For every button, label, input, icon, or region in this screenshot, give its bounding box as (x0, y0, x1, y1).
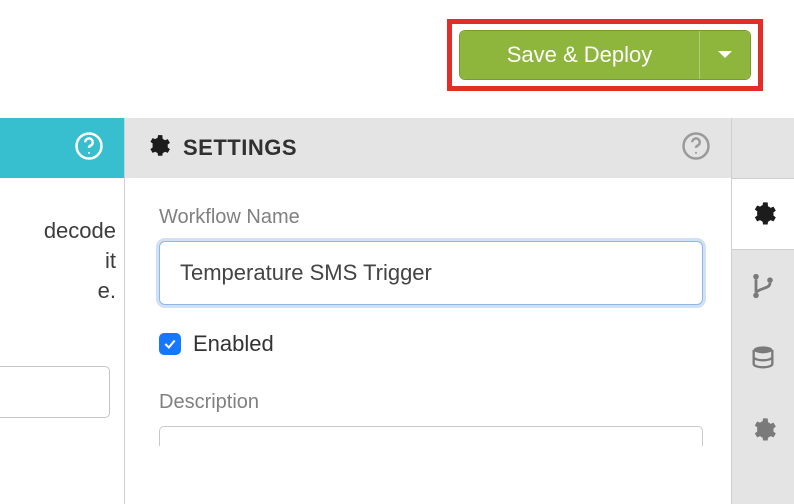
rail-tab-settings[interactable] (731, 178, 794, 250)
cog-icon (749, 416, 777, 444)
rail-tab-versions[interactable] (732, 250, 794, 322)
text-fragment-1: decode (0, 216, 116, 246)
save-deploy-button[interactable]: Save & Deploy (460, 31, 700, 79)
enabled-checkbox[interactable] (159, 333, 181, 355)
gear-icon (145, 133, 171, 164)
save-deploy-dropdown[interactable] (700, 31, 750, 79)
settings-header: SETTINGS (125, 118, 731, 178)
rail-tab-config[interactable] (732, 394, 794, 466)
settings-panel: SETTINGS Workflow Name Enabled Descripti… (124, 118, 732, 504)
description-input[interactable] (159, 426, 703, 446)
chevron-down-icon (717, 50, 733, 60)
text-fragment-2: it (0, 246, 116, 276)
left-input-fragment[interactable] (0, 366, 110, 418)
enabled-row: Enabled (159, 331, 703, 357)
branch-icon (749, 272, 777, 300)
main-content: decode it e. SETTINGS Workflow Name En (0, 118, 794, 504)
settings-body: Workflow Name Enabled Description (125, 178, 731, 446)
left-help-tab[interactable] (0, 118, 124, 178)
help-circle-icon[interactable] (681, 131, 711, 166)
enabled-label: Enabled (193, 331, 274, 357)
workflow-name-label: Workflow Name (159, 206, 703, 229)
help-circle-icon (74, 131, 104, 166)
rail-tab-storage[interactable] (732, 322, 794, 394)
left-truncated-text: decode it e. (0, 178, 124, 306)
database-icon (749, 344, 777, 372)
save-deploy-label: Save & Deploy (507, 42, 653, 68)
description-label: Description (159, 391, 703, 414)
settings-title: SETTINGS (183, 135, 297, 161)
text-fragment-3: e. (0, 276, 116, 306)
left-panel: decode it e. (0, 118, 124, 504)
right-icon-rail (732, 118, 794, 504)
save-deploy-group: Save & Deploy (459, 30, 751, 80)
gear-icon (749, 200, 777, 228)
save-deploy-highlight: Save & Deploy (447, 19, 763, 91)
workflow-name-input[interactable] (159, 241, 703, 305)
check-icon (163, 337, 177, 351)
top-toolbar: Save & Deploy (0, 0, 794, 118)
